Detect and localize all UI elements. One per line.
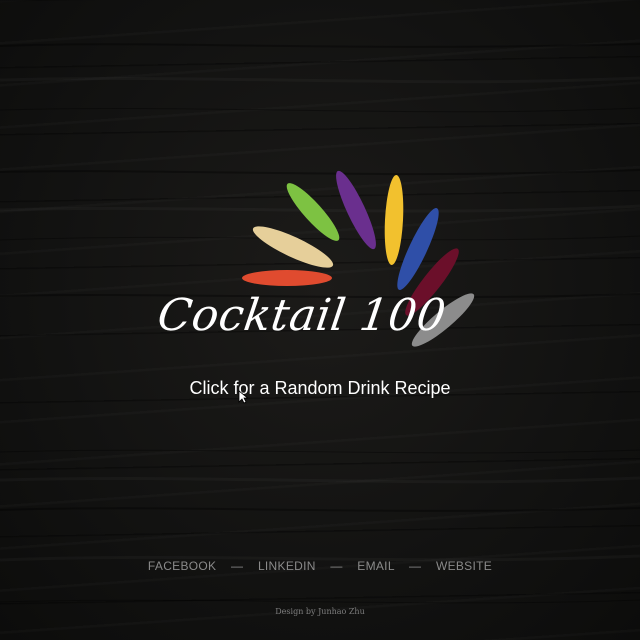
facebook-link[interactable]: FACEBOOK bbox=[148, 559, 216, 573]
separator: — bbox=[330, 559, 343, 573]
linkedin-link[interactable]: LINKEDIN bbox=[258, 559, 316, 573]
email-link[interactable]: EMAIL bbox=[357, 559, 394, 573]
separator: — bbox=[409, 559, 422, 573]
mouse-pointer-icon bbox=[238, 390, 248, 404]
random-drink-link[interactable]: Click for a Random Drink Recipe bbox=[0, 378, 640, 399]
logo-wordmark: Cocktail 100 bbox=[154, 290, 450, 341]
logo-petal-red bbox=[242, 270, 332, 286]
landing-page: { "brand": { "logo_text": "Cocktail 100"… bbox=[0, 0, 640, 640]
designer-credit: Design by Junhao Zhu bbox=[275, 607, 365, 616]
separator: — bbox=[230, 559, 244, 573]
website-link[interactable]: WEBSITE bbox=[436, 559, 492, 573]
social-links: FACEBOOK — LINKEDIN — EMAIL — WEBSITE bbox=[0, 559, 640, 573]
logo-petal-yellow bbox=[384, 175, 404, 265]
